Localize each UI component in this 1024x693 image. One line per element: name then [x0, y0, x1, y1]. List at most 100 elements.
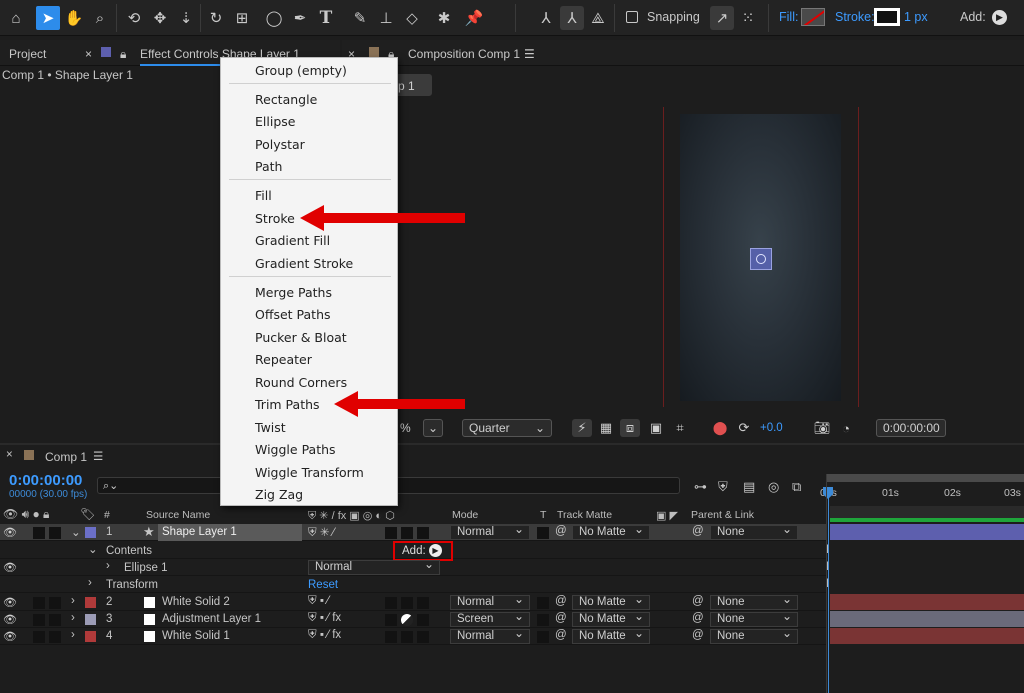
menu-item-stroke[interactable]: Stroke [255, 211, 295, 226]
menu-item-repeater[interactable]: Repeater [255, 352, 312, 367]
stroke-width-value[interactable]: 1 px [904, 10, 928, 24]
composition-canvas[interactable] [680, 114, 841, 401]
pen-tool-icon[interactable]: ✒ [288, 6, 312, 30]
menu-item-rectangle[interactable]: Rectangle [255, 92, 317, 107]
brush-tool-icon[interactable]: ✎ [348, 6, 372, 30]
clone-stamp-tool-icon[interactable]: ⊥ [374, 6, 398, 30]
switch-toggle[interactable] [401, 527, 413, 539]
mode-dropdown[interactable]: Screen [450, 610, 530, 627]
transparency-grid-icon[interactable]: ▦ [596, 419, 616, 437]
roto-brush-tool-icon[interactable]: ✱ [432, 6, 456, 30]
menu-item-round-corners[interactable]: Round Corners [255, 375, 347, 390]
parent-pickwhip-icon[interactable]: @ [692, 629, 704, 641]
switch-icons[interactable]: ⛨ ▪ ⁄ [308, 595, 329, 608]
menu-item-ellipse[interactable]: Ellipse [255, 114, 295, 129]
layer-duration-bar[interactable] [830, 628, 1024, 644]
pan-camera-icon[interactable]: ✥ [148, 6, 172, 30]
switch-toggle[interactable] [385, 614, 397, 626]
draft-3d-icon[interactable]: ⛨ [718, 479, 728, 495]
mode-dropdown[interactable]: Normal [450, 523, 530, 540]
parent-dropdown[interactable]: None [710, 523, 798, 540]
menu-item-gradient-stroke[interactable]: Gradient Stroke [255, 256, 353, 271]
view-axis-icon[interactable]: ⟁ [586, 6, 610, 30]
ellipse-tool-icon[interactable]: ◯ [262, 6, 286, 30]
expand-chevron-icon[interactable]: › [71, 629, 75, 641]
snapshot-icon[interactable]: 📷︎ [812, 419, 832, 437]
lock-toggle[interactable] [49, 631, 61, 643]
switch-toggle[interactable] [385, 597, 397, 609]
visibility-eye-icon[interactable]: 👁︎ [3, 526, 17, 539]
rotation-tool-icon[interactable]: ↻ [204, 6, 228, 30]
fast-preview-icon[interactable]: ⚡ [572, 419, 592, 437]
current-time-display[interactable]: 0:00:00:00 [876, 419, 946, 437]
layer-name[interactable]: Shape Layer 1 [162, 526, 237, 538]
switch-toggle[interactable] [385, 631, 397, 643]
parent-dropdown[interactable]: None [710, 627, 798, 644]
exposure-value[interactable]: +0.0 [760, 422, 783, 434]
type-tool-icon[interactable]: T [314, 6, 338, 30]
comp-panel-menu-icon[interactable]: ☰ [524, 47, 535, 61]
switch-toggle[interactable] [401, 597, 413, 609]
eraser-tool-icon[interactable]: ◇ [400, 6, 424, 30]
preserve-transparency-toggle[interactable] [537, 597, 549, 609]
label-color[interactable] [85, 597, 96, 608]
preserve-transparency-toggle[interactable] [537, 527, 549, 539]
parent-pickwhip-icon[interactable]: @ [692, 525, 704, 537]
track-matte-dropdown[interactable]: No Matte [572, 627, 650, 644]
menu-item-pucker-bloat[interactable]: Pucker & Bloat [255, 330, 347, 345]
world-axis-icon[interactable]: ⅄ [560, 6, 584, 30]
tab-timeline-comp[interactable]: Comp 1 [45, 450, 87, 464]
snap-features-icon[interactable]: ⁙ [736, 6, 760, 30]
menu-item-zig-zag[interactable]: Zig Zag [255, 487, 303, 502]
selection-tool-icon[interactable]: ➤ [36, 6, 60, 30]
reset-link[interactable]: Reset [308, 579, 338, 591]
parent-dropdown[interactable]: None [710, 593, 798, 610]
menu-item-path[interactable]: Path [255, 159, 282, 174]
resolution-dropdown[interactable]: Quarter ⌄ [462, 419, 552, 437]
mode-dropdown[interactable]: Normal [450, 627, 530, 644]
parent-pickwhip-icon[interactable]: @ [692, 612, 704, 624]
timeline-menu-icon[interactable]: ☰ [93, 449, 103, 463]
dolly-camera-icon[interactable]: ⇣ [174, 6, 198, 30]
audio-toggle[interactable] [33, 527, 45, 539]
orbit-camera-icon[interactable]: ⟲ [122, 6, 146, 30]
layer-name[interactable]: Adjustment Layer 1 [162, 613, 261, 625]
layer-duration-bar[interactable] [830, 594, 1024, 610]
matte-pickwhip-icon[interactable]: @ [555, 595, 567, 607]
switch-toggle[interactable] [417, 597, 429, 609]
menu-item-gradient-fill[interactable]: Gradient Fill [255, 233, 330, 248]
ellipse-label[interactable]: Ellipse 1 [124, 562, 167, 574]
preserve-transparency-toggle[interactable] [537, 631, 549, 643]
menu-item-group-empty[interactable]: Group (empty) [255, 63, 347, 78]
ellipse-visibility-icon[interactable]: 👁︎ [3, 561, 17, 574]
lock-toggle[interactable] [49, 527, 61, 539]
home-icon[interactable]: ⌂ [4, 6, 28, 30]
layer-duration-bar[interactable] [830, 611, 1024, 627]
parent-dropdown[interactable]: None [710, 610, 798, 627]
layer-duration-bar[interactable] [830, 524, 1024, 540]
work-area-bar[interactable] [826, 474, 1024, 482]
pan-behind-tool-icon[interactable]: ⊞ [230, 6, 254, 30]
channel-icon[interactable]: ⬤ [710, 419, 730, 437]
snap-edges-icon[interactable]: ↗ [710, 6, 734, 30]
track-matte-dropdown[interactable]: No Matte [572, 593, 650, 610]
visibility-eye-icon[interactable]: 👁︎ [3, 613, 17, 626]
audio-toggle[interactable] [33, 614, 45, 626]
zoom-dropdown[interactable]: ⌄ [423, 419, 443, 437]
visibility-eye-icon[interactable]: 👁︎ [3, 630, 17, 643]
guides-icon[interactable]: ⌗ [670, 419, 690, 437]
frame-blending-icon[interactable]: ▤ [743, 479, 755, 495]
menu-item-merge-paths[interactable]: Merge Paths [255, 285, 332, 300]
preserve-transparency-toggle[interactable] [537, 614, 549, 626]
ellipse-chevron-icon[interactable]: › [106, 560, 110, 572]
contents-chevron-icon[interactable]: ⌄ [88, 542, 98, 556]
hand-tool-icon[interactable]: ✋ [62, 6, 86, 30]
adjustment-layer-icon[interactable] [401, 614, 413, 626]
menu-item-polystar[interactable]: Polystar [255, 137, 305, 152]
mode-dropdown[interactable]: Normal [450, 593, 530, 610]
switch-icons[interactable]: ⛨ ▪ ⁄ fx [308, 629, 341, 642]
mask-visibility-icon[interactable]: ⧈ [620, 419, 640, 437]
switch-toggle[interactable] [417, 631, 429, 643]
add-shape-button[interactable]: ▶ [992, 10, 1007, 25]
switch-toggle[interactable] [401, 631, 413, 643]
